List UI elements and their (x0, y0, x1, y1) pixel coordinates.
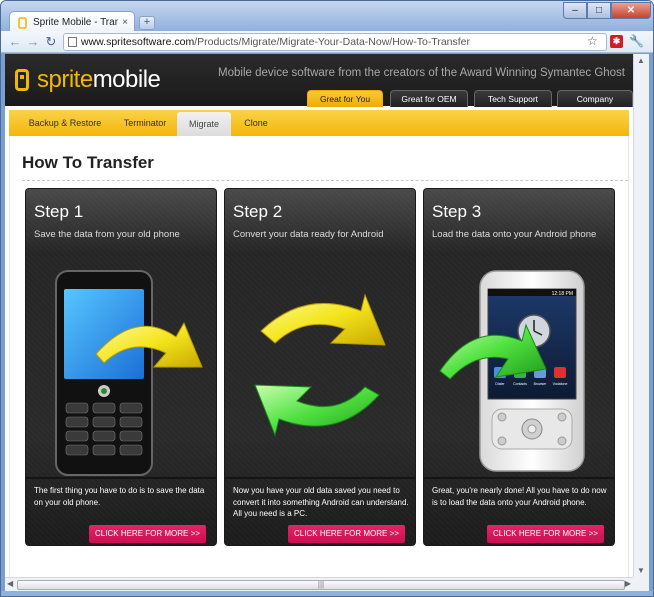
subnav-terminator[interactable]: Terminator (115, 110, 175, 136)
step-card-1: Step 1 Save the data from your old phone (26, 189, 216, 545)
step-description: Now you have your old data saved you nee… (233, 486, 409, 518)
address-bar[interactable]: www.spritesoftware.com/Products/Migrate/… (63, 33, 607, 51)
main-content: How To Transfer Step 1 Save the data fro… (9, 136, 629, 577)
site-header: sprite mobile Mobile device software from… (5, 54, 633, 107)
title-bar: Sprite Mobile - Transfer ... × + – □ ✕ (1, 1, 653, 33)
browser-tab[interactable]: Sprite Mobile - Transfer ... × (9, 11, 135, 33)
step-subtitle: Convert your data ready for Android (233, 229, 384, 240)
old-phone-icon (55, 270, 153, 476)
title-divider (22, 180, 628, 181)
page-icon (68, 37, 77, 47)
step-card-3: Step 3 Load the data onto your Android p… (424, 189, 614, 545)
window-controls: – □ ✕ (563, 2, 651, 19)
window-bottom-border (1, 591, 653, 596)
status-time: 12:18 PM (552, 291, 573, 297)
step-card-2: Step 2 Convert your data ready for Andro… (225, 189, 415, 545)
app-label: Dialer (495, 382, 505, 386)
click-here-for-more-button[interactable]: CLICK HERE FOR MORE >> (89, 525, 206, 543)
step-subtitle: Load the data onto your Android phone (432, 229, 597, 240)
page-title: How To Transfer (22, 153, 154, 172)
scroll-down-icon[interactable]: ▼ (637, 566, 645, 575)
subnav-clone[interactable]: Clone (233, 110, 279, 136)
app-label: Contacts (513, 382, 527, 386)
subnav-backup-restore[interactable]: Backup & Restore (15, 110, 115, 136)
step-subtitle: Save the data from your old phone (34, 229, 180, 240)
top-tab-company[interactable]: Company (557, 90, 633, 107)
scroll-right-icon[interactable]: ▶ (625, 579, 631, 588)
logo-mobile-text: mobile (92, 66, 161, 93)
sprite-favicon-icon (16, 16, 28, 29)
phone-logo-icon (15, 69, 29, 91)
horizontal-scrollbar[interactable]: ◀ ||| ▶ (5, 577, 633, 591)
scroll-left-icon[interactable]: ◀ (7, 579, 13, 588)
minimize-button[interactable]: – (563, 2, 587, 19)
top-tab-tech-support[interactable]: Tech Support (474, 90, 552, 107)
step-description: Great, you're nearly done! All you have … (432, 486, 607, 507)
subnav-migrate[interactable]: Migrate (177, 112, 231, 136)
close-window-button[interactable]: ✕ (611, 2, 651, 19)
app-label: Browser (534, 382, 548, 386)
vertical-scrollbar[interactable]: ▲ ▼ (633, 54, 649, 577)
wrench-menu-icon[interactable]: 🔧 (629, 34, 644, 48)
step-title: Step 3 (432, 202, 482, 221)
site-tagline: Mobile device software from the creators… (218, 67, 625, 79)
click-here-for-more-button[interactable]: CLICK HERE FOR MORE >> (487, 525, 604, 543)
extension-icon[interactable]: ✱ (610, 35, 623, 48)
tab-close-icon[interactable]: × (122, 17, 128, 28)
back-arrow-icon[interactable]: ← (7, 34, 23, 50)
new-tab-button[interactable]: + (139, 16, 155, 30)
click-here-for-more-button[interactable]: CLICK HERE FOR MORE >> (288, 525, 405, 543)
tab-title: Sprite Mobile - Transfer ... (33, 17, 118, 28)
bookmark-star-icon[interactable]: ☆ (587, 34, 598, 48)
yellow-arrow-icon (260, 293, 386, 346)
app-label: Vodafone (553, 382, 568, 386)
resize-corner[interactable] (633, 577, 649, 591)
forward-arrow-icon[interactable]: → (25, 34, 41, 50)
old-phone-arrow-illustration (55, 270, 203, 476)
scroll-up-icon[interactable]: ▲ (637, 56, 645, 65)
sub-navigation: Backup & Restore Terminator Migrate Clon… (9, 110, 629, 136)
step-title: Step 1 (34, 202, 84, 221)
android-phone-arrow-illustration: 12:18 PM Dialer Contacts Browser Vodafon… (439, 270, 585, 472)
logo-sprite-text: sprite (37, 66, 93, 93)
reload-icon[interactable]: ↻ (43, 34, 59, 50)
step-description: The first thing you have to do is to sav… (34, 486, 205, 507)
url-domain: www.spritesoftware.com (81, 36, 195, 48)
top-tab-great-for-oem[interactable]: Great for OEM (390, 90, 468, 107)
url-path: /Products/Migrate/Migrate-Your-Data-Now/… (194, 36, 471, 48)
browser-window: Sprite Mobile - Transfer ... × + – □ ✕ ←… (0, 0, 654, 597)
top-tab-great-for-you[interactable]: Great for You (307, 90, 383, 107)
browser-toolbar: ← → ↻ www.spritesoftware.com/Products/Mi… (1, 31, 653, 53)
green-arrow-icon (254, 384, 380, 437)
maximize-button[interactable]: □ (587, 2, 611, 19)
convert-arrows-illustration (254, 293, 386, 437)
horizontal-scroll-thumb[interactable]: ||| (17, 580, 625, 590)
step-title: Step 2 (233, 202, 283, 221)
spritemobile-logo[interactable]: sprite mobile (15, 66, 161, 94)
page-viewport: sprite mobile Mobile device software from… (5, 54, 649, 577)
